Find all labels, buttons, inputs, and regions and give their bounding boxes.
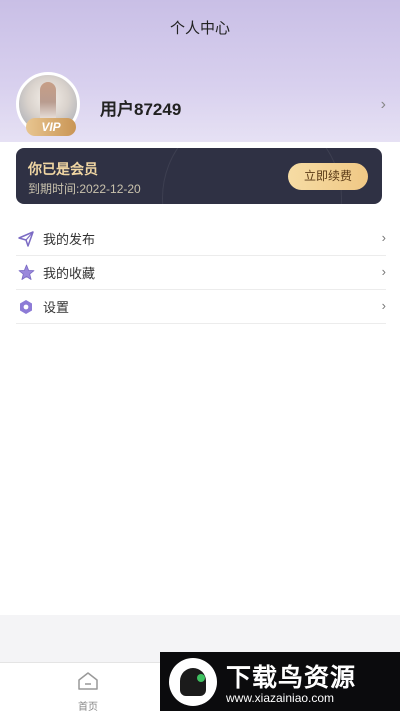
watermark-logo-icon <box>169 658 217 706</box>
member-card: 你已是会员 到期时间:2022-12-20 立即续费 <box>16 148 382 204</box>
tab-home-label: 首页 <box>78 702 98 711</box>
menu-item-label: 我的发布 <box>43 232 96 247</box>
avatar-figure <box>40 82 56 122</box>
tab-home[interactable]: 首页 <box>68 671 108 711</box>
settings-icon <box>16 297 36 317</box>
home-icon <box>77 672 99 695</box>
chevron-right-icon: › <box>381 298 386 313</box>
watermark: 下载鸟资源 www.xiazainiao.com <box>160 652 400 711</box>
chevron-right-icon: › <box>381 264 386 279</box>
chevron-right-icon: › <box>381 230 386 245</box>
chevron-right-icon[interactable]: › <box>381 96 386 114</box>
renew-button[interactable]: 立即续费 <box>288 163 368 190</box>
menu-item-my-posts[interactable]: 我的发布 › <box>16 222 386 256</box>
member-status: 你已是会员 <box>28 161 98 177</box>
content-area <box>0 142 400 615</box>
avatar[interactable]: VIP <box>16 72 90 136</box>
star-icon <box>16 263 36 283</box>
send-icon <box>16 229 36 249</box>
watermark-url: www.xiazainiao.com <box>226 691 335 705</box>
watermark-title: 下载鸟资源 <box>226 664 357 692</box>
menu-item-label: 设置 <box>43 300 70 315</box>
vip-badge: VIP <box>26 118 76 136</box>
username[interactable]: 用户87249 <box>100 95 181 120</box>
menu-item-favorites[interactable]: 我的收藏 › <box>16 256 386 290</box>
menu-item-settings[interactable]: 设置 › <box>16 290 386 324</box>
member-expire-date: 到期时间:2022-12-20 <box>28 182 141 196</box>
page-title: 个人中心 <box>169 20 230 37</box>
menu-item-label: 我的收藏 <box>43 266 96 281</box>
menu-list: 我的发布 › 我的收藏 › 设置 › <box>16 222 386 324</box>
